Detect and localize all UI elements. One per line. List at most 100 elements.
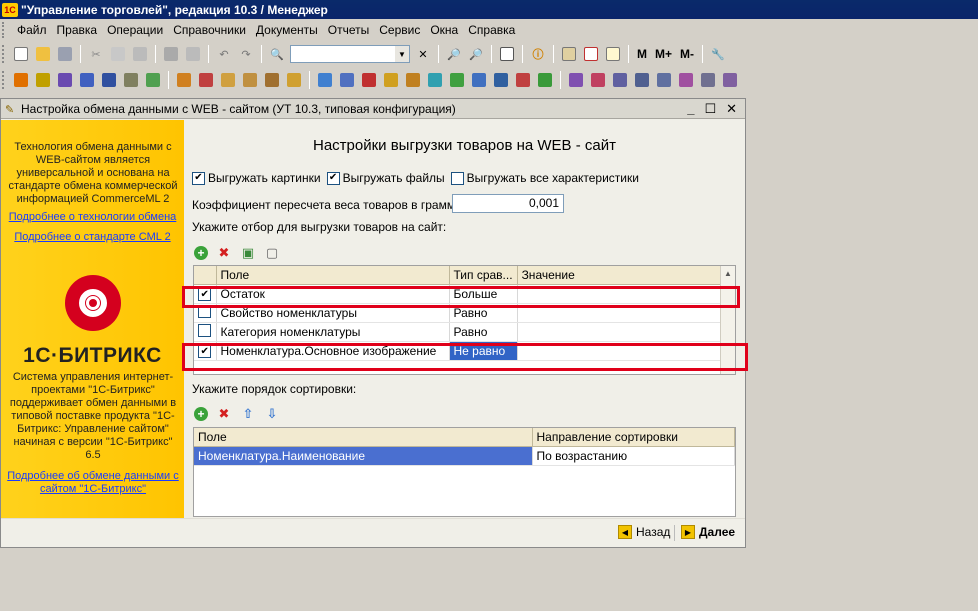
menu-operations[interactable]: Операции [102, 23, 168, 37]
add-row-icon[interactable]: + [194, 246, 208, 260]
menu-reports[interactable]: Отчеты [323, 23, 374, 37]
report-icon[interactable] [360, 71, 378, 89]
sort-field-cell[interactable]: Номенклатура.Наименование [194, 446, 533, 466]
menu-windows[interactable]: Окна [425, 23, 463, 37]
open-folder-icon[interactable] [34, 45, 52, 63]
menu-documents[interactable]: Документы [251, 23, 323, 37]
print-preview-icon[interactable] [184, 45, 202, 63]
analysis-icon[interactable] [699, 71, 717, 89]
sort-direction-cell[interactable]: По возрастанию [532, 446, 735, 466]
print-icon[interactable] [162, 45, 180, 63]
table-row[interactable]: Категория номенклатуры Равно [194, 322, 735, 342]
export-files-checkbox[interactable]: ✔ Выгружать файлы [326, 171, 445, 185]
column-header-compare[interactable]: Тип срав... [449, 266, 518, 285]
catalog-icon[interactable] [34, 71, 52, 89]
report-icon[interactable] [492, 71, 510, 89]
cut-icon[interactable]: ✂ [87, 45, 105, 63]
memory-minus-button[interactable]: M- [680, 47, 694, 61]
find-prev-icon[interactable]: 🔎 [467, 45, 485, 63]
redo-icon[interactable]: ↷ [237, 45, 255, 63]
doc-icon[interactable] [219, 71, 237, 89]
add-row-icon[interactable]: + [194, 407, 208, 421]
checkbox-box[interactable]: ✔ [326, 171, 340, 185]
column-header-field[interactable]: Поле [194, 428, 533, 447]
move-down-icon[interactable]: ⇩ [264, 406, 280, 422]
move-up-icon[interactable]: ⇧ [240, 406, 256, 422]
report-icon[interactable] [338, 71, 356, 89]
analysis-icon[interactable] [567, 71, 585, 89]
minimize-icon[interactable]: _ [687, 101, 694, 117]
table-row[interactable]: Номенклатура.Наименование По возрастанию [194, 446, 735, 466]
delete-row-icon[interactable]: ✖ [216, 245, 232, 261]
link-bitrix-exchange[interactable]: Подробнее об обмене данными с сайтом "1С… [7, 470, 179, 496]
toolbar-grip[interactable] [2, 71, 6, 89]
analysis-icon[interactable] [655, 71, 673, 89]
menubar-grip[interactable] [2, 22, 6, 38]
doc-icon[interactable] [241, 71, 259, 89]
next-button[interactable]: ▶ Далее [681, 525, 735, 539]
analysis-icon[interactable] [611, 71, 629, 89]
analysis-icon[interactable] [721, 71, 739, 89]
doc-icon[interactable] [285, 71, 303, 89]
link-technology[interactable]: Подробнее о технологии обмена [1, 211, 184, 224]
weight-coef-input[interactable]: 0,001 [452, 194, 564, 213]
warehouse-icon[interactable] [122, 71, 140, 89]
uncheck-all-icon[interactable]: ▢ [264, 245, 280, 261]
clear-search-icon[interactable]: ✕ [414, 45, 432, 63]
export-images-checkbox[interactable]: ✔ Выгружать картинки [192, 171, 321, 185]
settings-tool-icon[interactable]: 🔧 [709, 45, 727, 63]
doc-icon[interactable] [197, 71, 215, 89]
report-icon[interactable] [382, 71, 400, 89]
filter-field-cell[interactable]: Категория номенклатуры [216, 322, 450, 342]
info-icon[interactable]: ⓘ [529, 45, 547, 63]
check-all-icon[interactable]: ▣ [240, 245, 256, 261]
filter-compare-cell[interactable]: Равно [449, 322, 518, 342]
new-document-icon[interactable] [12, 45, 30, 63]
menu-service[interactable]: Сервис [374, 23, 425, 37]
catalog-icon[interactable] [56, 71, 74, 89]
memory-plus-button[interactable]: M+ [655, 47, 672, 61]
row-checkbox-cell[interactable] [194, 322, 217, 342]
calendar-icon[interactable] [582, 45, 600, 63]
filter-value-cell[interactable] [517, 322, 735, 342]
doc-icon[interactable] [175, 71, 193, 89]
copy-icon[interactable] [109, 45, 127, 63]
row-checkbox[interactable] [198, 323, 212, 337]
search-input[interactable]: ▼ [290, 45, 410, 63]
report-icon[interactable] [404, 71, 422, 89]
save-icon[interactable] [56, 45, 74, 63]
report-icon[interactable] [426, 71, 444, 89]
analysis-icon[interactable] [633, 71, 651, 89]
column-header-value[interactable]: Значение [517, 266, 735, 285]
back-button[interactable]: ◀ Назад [618, 525, 670, 539]
windows-icon[interactable] [498, 45, 516, 63]
checkbox-box[interactable]: ✔ [192, 171, 205, 185]
users-icon[interactable] [100, 71, 118, 89]
search-icon[interactable]: 🔍 [268, 45, 286, 63]
chevron-down-icon[interactable]: ▼ [395, 46, 409, 62]
scroll-up-icon[interactable]: ▲ [721, 266, 735, 282]
analysis-icon[interactable] [589, 71, 607, 89]
report-icon[interactable] [448, 71, 466, 89]
toolbar-grip[interactable] [2, 45, 6, 63]
paste-icon[interactable] [131, 45, 149, 63]
maximize-icon[interactable]: ☐ [704, 101, 716, 117]
table-icon[interactable] [144, 71, 162, 89]
report-icon[interactable] [470, 71, 488, 89]
undo-icon[interactable]: ↶ [215, 45, 233, 63]
menu-help[interactable]: Справка [463, 23, 520, 37]
menu-file[interactable]: Файл [12, 23, 52, 37]
export-all-characteristics-checkbox[interactable]: Выгружать все характеристики [450, 171, 639, 185]
checkbox-box[interactable] [450, 171, 464, 185]
close-icon[interactable]: ✕ [726, 101, 737, 117]
link-cml-standard[interactable]: Подробнее о стандарте CML 2 [1, 231, 184, 244]
menu-catalogs[interactable]: Справочники [168, 23, 251, 37]
column-header-direction[interactable]: Направление сортировки [532, 428, 735, 447]
find-next-icon[interactable]: 🔎 [445, 45, 463, 63]
catalog-icon[interactable] [78, 71, 96, 89]
column-header-field[interactable]: Поле [216, 266, 450, 285]
catalog-icon[interactable] [12, 71, 30, 89]
report-icon[interactable] [316, 71, 334, 89]
delete-row-icon[interactable]: ✖ [216, 406, 232, 422]
report-icon[interactable] [514, 71, 532, 89]
